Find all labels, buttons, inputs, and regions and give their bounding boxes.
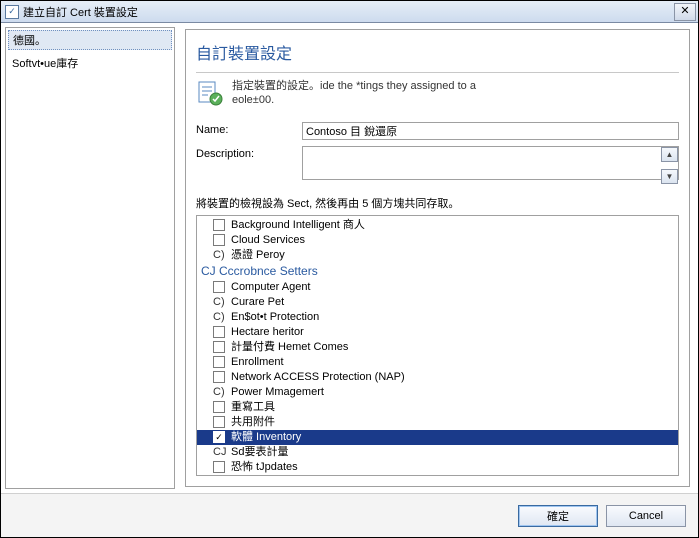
list-item[interactable]: CJ Sd要表計量 bbox=[197, 445, 678, 460]
item-label: Cloud Services bbox=[231, 233, 305, 248]
list-item[interactable]: Enrollment bbox=[197, 355, 678, 370]
page-heading: 自訂裝置設定 bbox=[196, 40, 679, 64]
checkbox-icon[interactable] bbox=[213, 341, 225, 353]
list-item[interactable]: C) 憑證 Peroy bbox=[197, 248, 678, 263]
item-label: 憑證 Peroy bbox=[231, 248, 285, 263]
item-label: 計量付費 Hemet Comes bbox=[231, 340, 348, 355]
close-button[interactable]: ✕ bbox=[674, 3, 696, 21]
list-item[interactable]: C) En$ot•t Protection bbox=[197, 310, 678, 325]
item-label: En$ot•t Protection bbox=[231, 310, 319, 325]
description-icon bbox=[196, 79, 224, 107]
item-label: Curare Pet bbox=[231, 295, 284, 310]
item-label: Sd要表計量 bbox=[231, 445, 288, 460]
name-input[interactable] bbox=[302, 122, 679, 140]
checkbox-icon[interactable] bbox=[213, 416, 225, 428]
checkbox-icon[interactable]: ✓ bbox=[213, 431, 225, 443]
item-label: Background Intelligent 商人 bbox=[231, 218, 365, 233]
item-label: State Messaging bbox=[231, 475, 313, 476]
name-label: Name: bbox=[196, 122, 302, 136]
checkbox-icon[interactable] bbox=[213, 219, 225, 231]
scroll-down-button[interactable]: ▼ bbox=[661, 169, 678, 184]
list-item[interactable]: Computer Agent bbox=[197, 280, 678, 295]
list-item[interactable]: 重寫工具 bbox=[197, 400, 678, 415]
description-block: 指定裝置的設定。ide the *tings they assigned to … bbox=[196, 72, 679, 108]
item-label: 恐怖 tJpdates bbox=[231, 460, 298, 475]
sidebar: 德國。Softvt•ue庫存 bbox=[1, 23, 179, 493]
item-prefix: CJ bbox=[213, 445, 227, 460]
item-label: 重寫工具 bbox=[231, 400, 275, 415]
list-header: CJ Cccrobnce Setters bbox=[197, 263, 678, 280]
checkbox-icon[interactable] bbox=[213, 356, 225, 368]
description-input[interactable] bbox=[302, 146, 679, 180]
item-label: Computer Agent bbox=[231, 280, 311, 295]
cancel-button[interactable]: Cancel bbox=[606, 505, 686, 527]
list-item[interactable]: 計量付費 Hemet Comes bbox=[197, 340, 678, 355]
list-item[interactable]: Hectare heritor bbox=[197, 325, 678, 340]
checkbox-icon[interactable] bbox=[213, 371, 225, 383]
checkbox-icon[interactable] bbox=[213, 401, 225, 413]
dialog-footer: 確定 Cancel bbox=[1, 493, 698, 537]
description-line-2: eole±00. bbox=[232, 93, 476, 107]
item-label: 共用附件 bbox=[231, 415, 275, 430]
item-label: Network ACCESS Protection (NAP) bbox=[231, 370, 405, 385]
list-item[interactable]: 共用附件 bbox=[197, 415, 678, 430]
list-item[interactable]: 恐怖 tJpdates bbox=[197, 460, 678, 475]
checkbox-icon[interactable] bbox=[213, 326, 225, 338]
item-label: Power Mmagemert bbox=[231, 385, 324, 400]
item-prefix: C) bbox=[213, 310, 227, 325]
item-prefix: C) bbox=[213, 295, 227, 310]
list-item[interactable]: Background Intelligent 商人 bbox=[197, 218, 678, 233]
titlebar: ✓ 建立自訂 Cert 裝置設定 ✕ bbox=[1, 1, 698, 23]
description-label: Description: bbox=[196, 146, 302, 160]
app-icon: ✓ bbox=[5, 5, 19, 19]
list-item[interactable]: ✓ 軟體 Inventory bbox=[197, 430, 678, 445]
ok-button[interactable]: 確定 bbox=[518, 505, 598, 527]
item-prefix: C) bbox=[213, 248, 227, 263]
scroll-up-button[interactable]: ▲ bbox=[661, 147, 678, 162]
sidebar-item-1[interactable]: Softvt•ue庫存 bbox=[6, 52, 174, 74]
checkbox-icon[interactable] bbox=[213, 281, 225, 293]
settings-list[interactable]: Background Intelligent 商人Cloud ServicesC… bbox=[196, 215, 679, 476]
list-item[interactable]: C) Curare Pet bbox=[197, 295, 678, 310]
list-item[interactable]: Network ACCESS Protection (NAP) bbox=[197, 370, 678, 385]
list-item[interactable]: Cloud Services bbox=[197, 233, 678, 248]
checkbox-icon[interactable] bbox=[213, 461, 225, 473]
dialog-window: ✓ 建立自訂 Cert 裝置設定 ✕ 德國。Softvt•ue庫存 自訂裝置設定 bbox=[0, 0, 699, 538]
checkbox-icon[interactable] bbox=[213, 234, 225, 246]
description-line-1: 指定裝置的設定。ide the *tings they assigned to … bbox=[232, 79, 476, 93]
item-label: Enrollment bbox=[231, 355, 284, 370]
item-label: Hectare heritor bbox=[231, 325, 304, 340]
section-label: 將裝置的檢視設為 Sect, 然後再由 5 個方塊共同存取。 bbox=[196, 195, 679, 211]
item-label: 軟體 Inventory bbox=[231, 430, 301, 445]
list-item[interactable]: C) Power Mmagemert bbox=[197, 385, 678, 400]
sidebar-item-0[interactable]: 德國。 bbox=[8, 30, 172, 50]
list-item[interactable]: State Messaging bbox=[197, 475, 678, 476]
window-title: 建立自訂 Cert 裝置設定 bbox=[23, 4, 138, 20]
item-prefix: C) bbox=[213, 385, 227, 400]
